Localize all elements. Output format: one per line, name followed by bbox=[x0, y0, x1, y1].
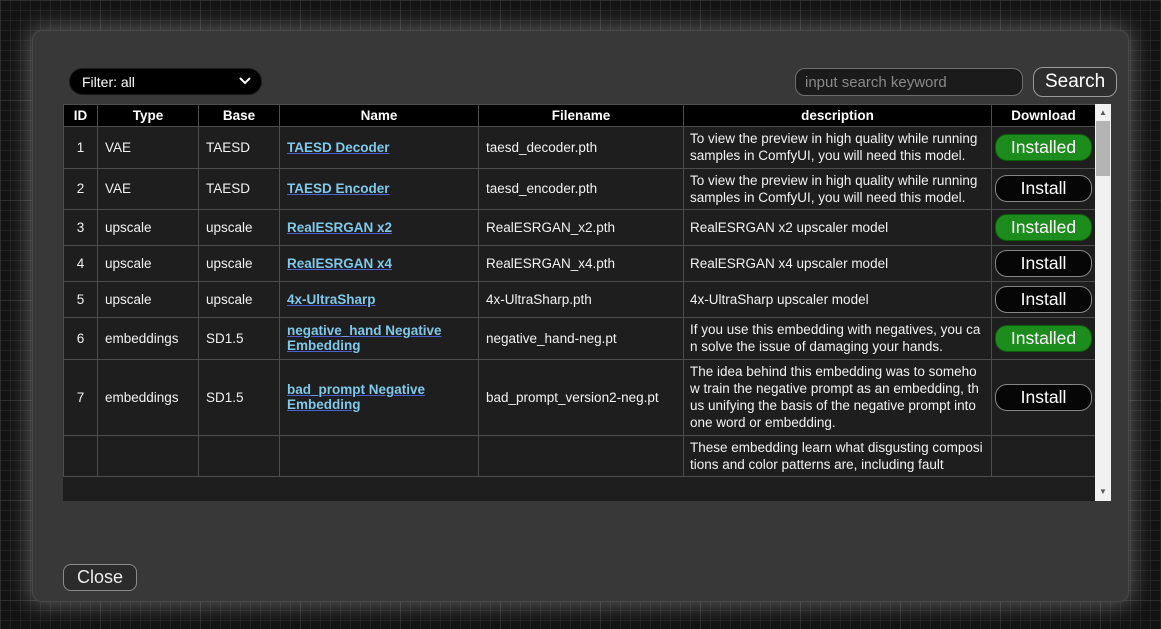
install-button[interactable]: Install bbox=[995, 384, 1092, 411]
scroll-down-icon[interactable]: ▼ bbox=[1095, 484, 1111, 500]
cell-type: embeddings bbox=[98, 318, 199, 360]
cell-description: To view the preview in high quality whil… bbox=[684, 127, 992, 169]
model-name-link[interactable]: RealESRGAN x2 bbox=[287, 220, 392, 235]
column-header-download: Download bbox=[992, 105, 1096, 127]
column-header-filename: Filename bbox=[479, 105, 684, 127]
cell-name: RealESRGAN x2 bbox=[280, 210, 479, 246]
model-name-link[interactable]: TAESD Decoder bbox=[287, 140, 390, 155]
cell-download bbox=[992, 435, 1096, 477]
cell-download: Installed bbox=[992, 318, 1096, 360]
cell-description: 4x-UltraSharp upscaler model bbox=[684, 282, 992, 318]
cell-id: 4 bbox=[64, 246, 98, 282]
cell-filename: RealESRGAN_x2.pth bbox=[479, 210, 684, 246]
cell-filename: negative_hand-neg.pt bbox=[479, 318, 684, 360]
column-header-type: Type bbox=[98, 105, 199, 127]
filter-dropdown[interactable]: Filter: all bbox=[69, 68, 262, 95]
table-row: 1VAETAESD TAESD Decoder taesd_decoder.pthT… bbox=[64, 127, 1096, 169]
table-row: 3upscaleupscaleRealESRGAN x2RealESRGAN_x… bbox=[64, 210, 1096, 246]
cell-id: 6 bbox=[64, 318, 98, 360]
table-row: These embedding learn what disgusting co… bbox=[64, 435, 1096, 477]
cell-name: TAESD Encoder bbox=[280, 168, 479, 210]
cell-type bbox=[98, 435, 199, 477]
cell-name: RealESRGAN x4 bbox=[280, 246, 479, 282]
column-header-id: ID bbox=[64, 105, 98, 127]
cell-base: upscale bbox=[199, 210, 280, 246]
cell-filename bbox=[479, 435, 684, 477]
table-row: 4upscaleupscaleRealESRGAN x4RealESRGAN_x… bbox=[64, 246, 1096, 282]
table-row: 5upscaleupscale4x-UltraSharp4x-UltraShar… bbox=[64, 282, 1096, 318]
cell-base: SD1.5 bbox=[199, 359, 280, 435]
model-table: ID Type Base Name Filename description D… bbox=[63, 104, 1096, 477]
model-table-body: 1VAETAESDTAESD Decodertaesd_decoder.pthT… bbox=[64, 127, 1096, 477]
cell-id: 3 bbox=[64, 210, 98, 246]
cell-id: 7 bbox=[64, 359, 98, 435]
column-header-base: Base bbox=[199, 105, 280, 127]
search-button[interactable]: Search bbox=[1033, 67, 1117, 97]
scroll-up-icon[interactable]: ▲ bbox=[1095, 105, 1111, 121]
cell-description: These embedding learn what disgusting co… bbox=[684, 435, 992, 477]
cell-filename: taesd_decoder.pth bbox=[479, 127, 684, 169]
table-row: 2VAETAESD TAESD Encoder taesd_encoder.pthT… bbox=[64, 168, 1096, 210]
cell-name: bad_prompt Negative Embedding bbox=[280, 359, 479, 435]
cell-type: upscale bbox=[98, 210, 199, 246]
column-header-description: description bbox=[684, 105, 992, 127]
cell-type: VAE bbox=[98, 127, 199, 169]
cell-download: Install bbox=[992, 246, 1096, 282]
cell-download: Install bbox=[992, 359, 1096, 435]
cell-description: The idea behind this embedding was to so… bbox=[684, 359, 992, 435]
close-button[interactable]: Close bbox=[63, 564, 137, 591]
filter-dropdown-wrap: Filter: all bbox=[69, 68, 262, 95]
cell-name bbox=[280, 435, 479, 477]
cell-download: Install bbox=[992, 168, 1096, 210]
cell-name: 4x-UltraSharp bbox=[280, 282, 479, 318]
cell-filename: 4x-UltraSharp.pth bbox=[479, 282, 684, 318]
scrollbar-thumb[interactable] bbox=[1096, 121, 1110, 176]
cell-id: 1 bbox=[64, 127, 98, 169]
model-table-viewport: ID Type Base Name Filename description D… bbox=[63, 104, 1111, 501]
cell-id bbox=[64, 435, 98, 477]
cell-description: RealESRGAN x2 upscaler model bbox=[684, 210, 992, 246]
cell-base: TAESD bbox=[199, 168, 280, 210]
install-button[interactable]: Install bbox=[995, 286, 1092, 313]
cell-description: If you use this embedding with negatives… bbox=[684, 318, 992, 360]
table-row: 7embeddingsSD1.5bad_prompt Negative Embe… bbox=[64, 359, 1096, 435]
cell-filename: RealESRGAN_x4.pth bbox=[479, 246, 684, 282]
model-name-link[interactable]: negative_hand Negative Embedding bbox=[287, 323, 442, 353]
cell-download: Installed bbox=[992, 127, 1096, 169]
cell-type: upscale bbox=[98, 282, 199, 318]
install-models-dialog: Filter: all Search ID Type Base Name Fil… bbox=[32, 30, 1129, 602]
model-name-link[interactable]: RealESRGAN x4 bbox=[287, 256, 392, 271]
cell-download: Installed bbox=[992, 210, 1096, 246]
installed-button[interactable]: Installed bbox=[995, 325, 1092, 352]
table-row: 6embeddingsSD1.5negative_hand Negative E… bbox=[64, 318, 1096, 360]
cell-id: 5 bbox=[64, 282, 98, 318]
model-name-link[interactable]: TAESD Encoder bbox=[287, 181, 390, 196]
cell-type: embeddings bbox=[98, 359, 199, 435]
install-button[interactable]: Install bbox=[995, 175, 1092, 202]
cell-name: negative_hand Negative Embedding bbox=[280, 318, 479, 360]
cell-type: upscale bbox=[98, 246, 199, 282]
column-header-name: Name bbox=[280, 105, 479, 127]
cell-base: upscale bbox=[199, 282, 280, 318]
installed-button[interactable]: Installed bbox=[995, 134, 1092, 161]
cell-id: 2 bbox=[64, 168, 98, 210]
cell-name: TAESD Decoder bbox=[280, 127, 479, 169]
cell-description: To view the preview in high quality whil… bbox=[684, 168, 992, 210]
table-header-row: ID Type Base Name Filename description D… bbox=[64, 105, 1096, 127]
search-input[interactable] bbox=[795, 68, 1023, 96]
cell-base: SD1.5 bbox=[199, 318, 280, 360]
installed-button[interactable]: Installed bbox=[995, 214, 1092, 241]
cell-download: Install bbox=[992, 282, 1096, 318]
cell-filename: taesd_encoder.pth bbox=[479, 168, 684, 210]
cell-base bbox=[199, 435, 280, 477]
model-name-link[interactable]: bad_prompt Negative Embedding bbox=[287, 382, 425, 412]
cell-type: VAE bbox=[98, 168, 199, 210]
model-name-link[interactable]: 4x-UltraSharp bbox=[287, 292, 376, 307]
install-button[interactable]: Install bbox=[995, 250, 1092, 277]
table-scrollbar[interactable]: ▲ ▼ bbox=[1095, 104, 1111, 501]
cell-description: RealESRGAN x4 upscaler model bbox=[684, 246, 992, 282]
cell-base: upscale bbox=[199, 246, 280, 282]
cell-base: TAESD bbox=[199, 127, 280, 169]
cell-filename: bad_prompt_version2-neg.pt bbox=[479, 359, 684, 435]
